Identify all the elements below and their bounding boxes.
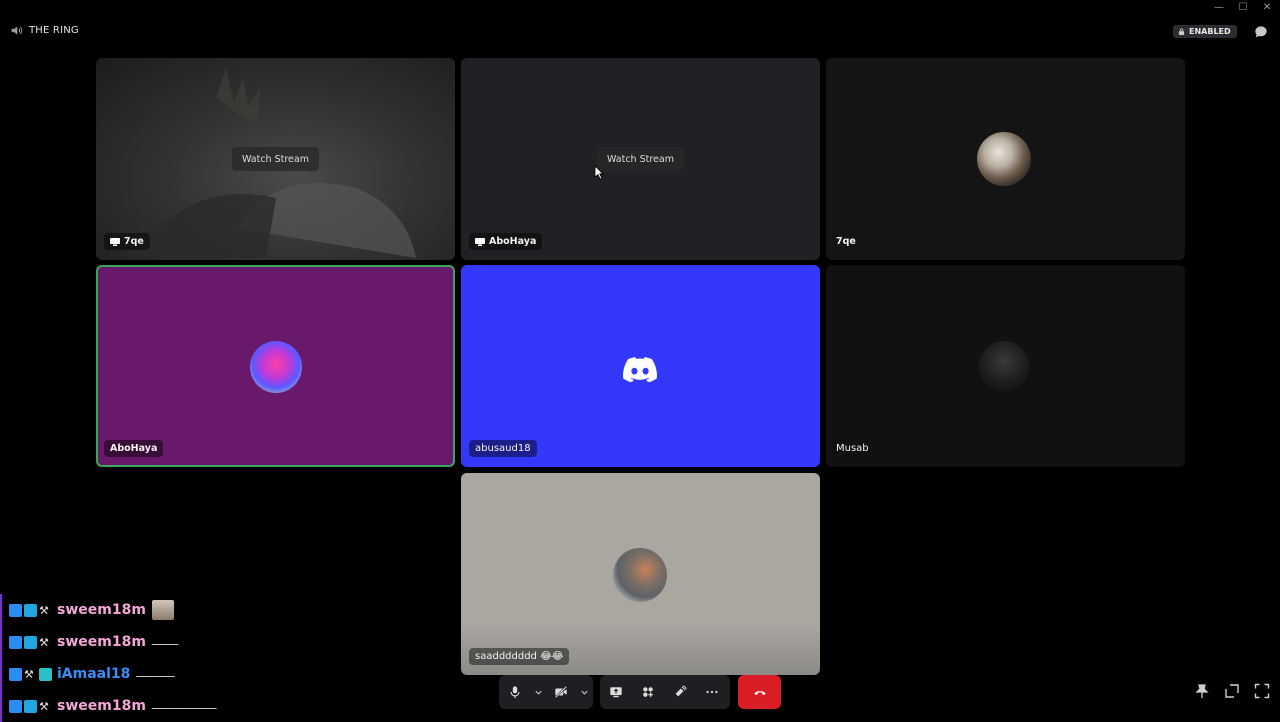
chat-username[interactable]: sweem18m — [57, 602, 146, 618]
badge-icon — [9, 699, 22, 713]
maximize-button[interactable]: ☐ — [1238, 2, 1248, 13]
pickaxe-icon: ⚒ — [39, 603, 49, 617]
activity-controls — [600, 675, 730, 709]
participant-name: abusaud18 — [475, 443, 531, 454]
stream-tile-7qe[interactable]: Watch Stream 7qe — [96, 58, 455, 260]
mouse-cursor-icon — [594, 165, 604, 180]
participant-tile-musab[interactable]: Musab — [826, 265, 1185, 467]
participant-tile-abohaya[interactable]: AboHaya — [96, 265, 455, 467]
more-options-button[interactable] — [696, 675, 728, 709]
audio-options-button[interactable] — [531, 675, 545, 709]
chat-text: ــــــــــــــــــــــ — [151, 700, 217, 712]
chat-message: ⚒ sweem18m — [0, 594, 260, 626]
chat-message: ⚒ sweem18m ـــــــــ — [0, 626, 260, 658]
user-badges: ⚒ — [9, 635, 52, 649]
title-bar: THE RING — ☐ ✕ ENABLED — [0, 0, 1280, 60]
pickaxe-icon: ⚒ — [24, 667, 34, 681]
pickaxe-icon: ⚒ — [39, 699, 49, 713]
disconnect-button[interactable] — [738, 675, 781, 709]
video-options-button[interactable] — [577, 675, 591, 709]
camera-off-icon — [555, 686, 567, 698]
microphone-icon — [510, 686, 520, 699]
fullscreen-icon[interactable] — [1254, 683, 1270, 699]
participant-label: AboHaya — [469, 233, 543, 250]
badge-icon — [9, 667, 22, 681]
participant-label: saaddddddd 😂😂 — [469, 648, 570, 665]
cube-icon — [24, 603, 37, 617]
participant-name: Musab — [836, 443, 869, 454]
chat-message: ⚒ sweem18m ــــــــــــــــــــــ — [0, 690, 260, 722]
pickaxe-icon: ⚒ — [39, 635, 49, 649]
participant-label: 7qe — [834, 233, 862, 250]
chat-overlay: ⚒ sweem18m ⚒ sweem18m ـــــــــ ⚒ iAmaal… — [0, 594, 260, 722]
badge-icon — [9, 635, 22, 649]
channel-name: THE RING — [29, 25, 79, 36]
activities-button[interactable] — [632, 675, 664, 709]
camera-button[interactable] — [545, 675, 577, 709]
pin-icon[interactable] — [1194, 683, 1210, 699]
avatar — [979, 341, 1029, 391]
participant-tile-saad[interactable]: saaddddddd 😂😂 — [461, 473, 820, 675]
audio-video-controls — [499, 675, 593, 709]
screen-share-icon — [610, 687, 622, 698]
soundboard-icon — [675, 685, 687, 697]
activities-icon — [643, 687, 653, 697]
hang-up-icon — [753, 691, 766, 695]
chat-username[interactable]: sweem18m — [57, 698, 146, 714]
soundboard-button[interactable] — [664, 675, 696, 709]
participant-name: AboHaya — [110, 443, 158, 454]
chat-icon[interactable] — [1254, 25, 1268, 39]
cube-icon — [24, 699, 37, 713]
user-badges: ⚒ — [9, 699, 52, 713]
participant-label: abusaud18 — [469, 440, 537, 457]
live-stream-icon — [475, 237, 485, 246]
chat-text: ـــــــــ — [151, 636, 179, 648]
view-controls — [1194, 683, 1270, 699]
more-icon — [706, 690, 718, 694]
channel-header[interactable]: THE RING — [10, 24, 79, 37]
stream-tile-abohaya[interactable]: Watch Stream AboHaya — [461, 58, 820, 260]
avatar — [977, 132, 1031, 186]
user-badges: ⚒ — [9, 603, 52, 617]
participant-label: AboHaya — [104, 440, 164, 457]
live-stream-icon — [110, 237, 120, 246]
participant-label: Musab — [834, 440, 875, 457]
user-badges: ⚒ — [9, 667, 52, 681]
participant-name: 7qe — [836, 236, 856, 247]
badge-icon — [9, 603, 22, 617]
avatar — [613, 548, 667, 602]
participant-tile-7qe[interactable]: 7qe — [826, 58, 1185, 260]
window-controls: — ☐ ✕ — [1214, 2, 1272, 13]
emote-image — [151, 600, 174, 620]
chat-message: ⚒ iAmaal18 ـــــــــــــ — [0, 658, 260, 690]
participant-name: 7qe — [124, 236, 144, 247]
participant-tile-abusaud18[interactable]: abusaud18 — [461, 265, 820, 467]
status-badge[interactable]: ENABLED — [1173, 25, 1237, 38]
mute-button[interactable] — [499, 675, 531, 709]
chat-text: ـــــــــــــ — [136, 668, 175, 680]
grid-badge-icon — [39, 667, 52, 681]
minimize-button[interactable]: — — [1214, 2, 1224, 13]
participant-name: AboHaya — [489, 236, 537, 247]
watch-stream-button[interactable]: Watch Stream — [232, 147, 319, 171]
participant-label: 7qe — [104, 233, 150, 250]
lock-icon — [1178, 28, 1185, 35]
avatar — [250, 341, 302, 393]
share-screen-button[interactable] — [600, 675, 632, 709]
watch-stream-button[interactable]: Watch Stream — [597, 147, 684, 171]
pop-out-icon[interactable] — [1224, 683, 1240, 699]
chevron-down-icon — [580, 690, 588, 695]
discord-logo-icon — [623, 357, 657, 382]
chat-username[interactable]: iAmaal18 — [57, 666, 130, 682]
close-button[interactable]: ✕ — [1262, 2, 1272, 13]
status-badge-label: ENABLED — [1189, 27, 1231, 36]
speaker-icon — [11, 26, 23, 35]
chevron-down-icon — [534, 690, 542, 695]
participant-name: saaddddddd 😂😂 — [475, 651, 564, 662]
chat-username[interactable]: sweem18m — [57, 634, 146, 650]
cube-icon — [24, 635, 37, 649]
